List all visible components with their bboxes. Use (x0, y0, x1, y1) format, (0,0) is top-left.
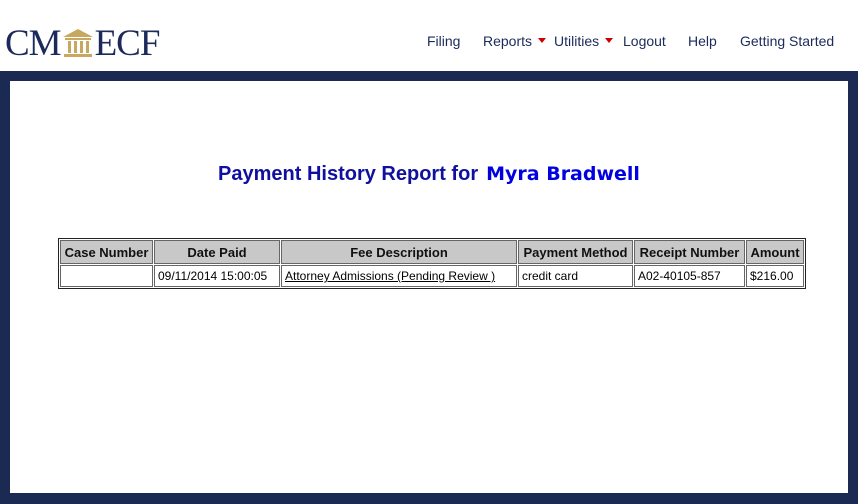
cell-amount: $216.00 (746, 265, 804, 287)
col-receipt-number: Receipt Number (634, 240, 745, 264)
cell-fee-description: Attorney Admissions (Pending Review ) (281, 265, 517, 287)
cell-case-number (60, 265, 153, 287)
caret-down-icon (538, 37, 547, 43)
col-date-paid: Date Paid (154, 240, 280, 264)
courthouse-icon (62, 29, 93, 57)
logo-text-left: CM (5, 23, 62, 64)
nav-filing[interactable]: Filing (427, 33, 460, 49)
logo-text-right: ECF (94, 23, 161, 64)
nav-getting-started[interactable]: Getting Started (740, 33, 834, 49)
content-area: Payment History Report for Myra Bradwell … (10, 81, 848, 493)
nav-reports-label: Reports (483, 33, 533, 49)
fee-description-link[interactable]: Attorney Admissions (Pending Review ) (285, 269, 495, 283)
nav-utilities-label: Utilities (554, 33, 600, 49)
table-row: 09/11/2014 15:00:05 Attorney Admissions … (60, 265, 804, 287)
nav-getting-started-label: Getting Started (740, 33, 835, 49)
table-header-row: Case Number Date Paid Fee Description Pa… (60, 240, 804, 264)
nav-reports[interactable]: Reports (483, 33, 547, 49)
page-title: Payment History Report for Myra Bradwell (10, 163, 848, 186)
nav-utilities[interactable]: Utilities (554, 33, 614, 49)
col-payment-method: Payment Method (518, 240, 633, 264)
cell-payment-method: credit card (518, 265, 633, 287)
cmecf-logo[interactable]: CM ECF (5, 22, 161, 64)
user-name: Myra Bradwell (486, 163, 640, 185)
report-title: Payment History Report for (218, 163, 479, 185)
nav-logout-label: Logout (623, 33, 666, 49)
col-case-number: Case Number (60, 240, 153, 264)
nav-filing-label: Filing (427, 33, 461, 49)
nav-help-label: Help (688, 33, 717, 49)
cell-receipt-number: A02-40105-857 (634, 265, 745, 287)
header: CM ECF Filing Reports Utilities Logout H… (0, 0, 858, 71)
col-amount: Amount (746, 240, 804, 264)
col-fee-description: Fee Description (281, 240, 517, 264)
payment-history-table: Case Number Date Paid Fee Description Pa… (58, 238, 806, 289)
caret-down-icon (605, 37, 614, 43)
page-frame: Payment History Report for Myra Bradwell … (0, 71, 858, 504)
nav-logout[interactable]: Logout (623, 33, 666, 49)
cell-date-paid: 09/11/2014 15:00:05 (154, 265, 280, 287)
nav-help[interactable]: Help (688, 33, 717, 49)
